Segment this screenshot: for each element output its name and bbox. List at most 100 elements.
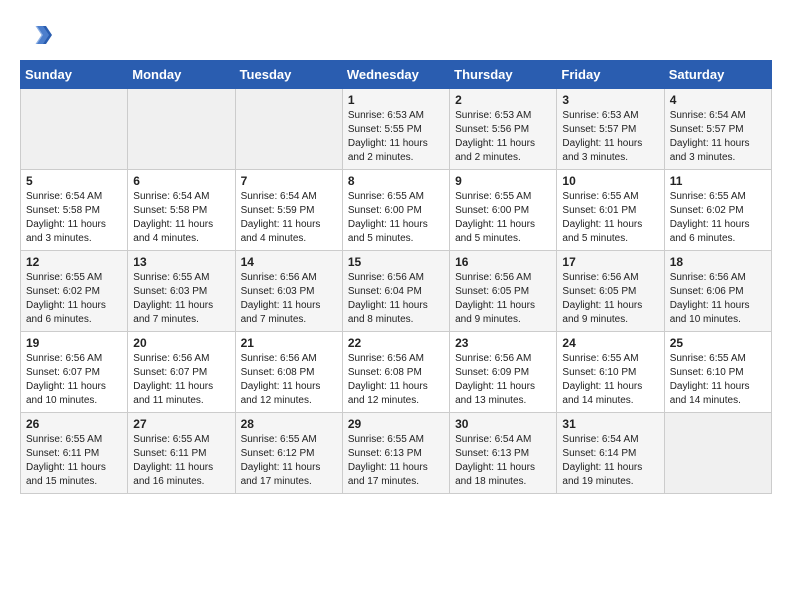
day-info: Sunrise: 6:54 AM Sunset: 6:14 PM Dayligh…	[562, 433, 658, 489]
day-info: Sunrise: 6:55 AM Sunset: 6:03 PM Dayligh…	[133, 271, 229, 327]
weekday-header: Friday	[557, 61, 664, 89]
day-number: 7	[241, 174, 337, 188]
day-info: Sunrise: 6:53 AM Sunset: 5:57 PM Dayligh…	[562, 109, 658, 165]
calendar-cell: 16 Sunrise: 6:56 AM Sunset: 6:05 PM Dayli…	[450, 251, 557, 332]
day-info: Sunrise: 6:56 AM Sunset: 6:07 PM Dayligh…	[26, 352, 122, 408]
day-info: Sunrise: 6:56 AM Sunset: 6:09 PM Dayligh…	[455, 352, 551, 408]
calendar-cell: 2 Sunrise: 6:53 AM Sunset: 5:56 PM Daylig…	[450, 89, 557, 170]
weekday-header: Wednesday	[342, 61, 449, 89]
weekday-header: Saturday	[664, 61, 771, 89]
day-number: 19	[26, 336, 122, 350]
day-number: 25	[670, 336, 766, 350]
calendar-cell: 1Sunrise: 6:53 AM Sunset: 5:55 PM Daylig…	[342, 89, 449, 170]
day-number: 2	[455, 93, 551, 107]
day-info: Sunrise: 6:55 AM Sunset: 6:10 PM Dayligh…	[670, 352, 766, 408]
calendar-cell: 13 Sunrise: 6:55 AM Sunset: 6:03 PM Dayli…	[128, 251, 235, 332]
logo	[20, 20, 52, 50]
day-info: Sunrise: 6:56 AM Sunset: 6:03 PM Dayligh…	[241, 271, 337, 327]
day-number: 31	[562, 417, 658, 431]
weekday-header: Monday	[128, 61, 235, 89]
calendar-cell: 30 Sunrise: 6:54 AM Sunset: 6:13 PM Dayli…	[450, 413, 557, 494]
day-number: 27	[133, 417, 229, 431]
calendar-cell: 20 Sunrise: 6:56 AM Sunset: 6:07 PM Dayli…	[128, 332, 235, 413]
day-number: 29	[348, 417, 444, 431]
day-number: 28	[241, 417, 337, 431]
calendar-week-row: 26Sunrise: 6:55 AM Sunset: 6:11 PM Dayli…	[21, 413, 772, 494]
day-info: Sunrise: 6:55 AM Sunset: 6:01 PM Dayligh…	[562, 190, 658, 246]
day-number: 3	[562, 93, 658, 107]
calendar-cell	[128, 89, 235, 170]
calendar-week-row: 19 Sunrise: 6:56 AM Sunset: 6:07 PM Dayli…	[21, 332, 772, 413]
weekday-header: Thursday	[450, 61, 557, 89]
day-info: Sunrise: 6:54 AM Sunset: 5:58 PM Dayligh…	[133, 190, 229, 246]
weekday-header: Sunday	[21, 61, 128, 89]
day-info: Sunrise: 6:55 AM Sunset: 6:11 PM Dayligh…	[26, 433, 122, 489]
calendar-cell: 3 Sunrise: 6:53 AM Sunset: 5:57 PM Daylig…	[557, 89, 664, 170]
calendar-cell: 29 Sunrise: 6:55 AM Sunset: 6:13 PM Dayli…	[342, 413, 449, 494]
day-number: 8	[348, 174, 444, 188]
calendar-week-row: 12 Sunrise: 6:55 AM Sunset: 6:02 PM Dayli…	[21, 251, 772, 332]
day-number: 18	[670, 255, 766, 269]
page-header	[20, 20, 772, 50]
day-info: Sunrise: 6:55 AM Sunset: 6:12 PM Dayligh…	[241, 433, 337, 489]
day-info: Sunrise: 6:56 AM Sunset: 6:07 PM Dayligh…	[133, 352, 229, 408]
day-info: Sunrise: 6:53 AM Sunset: 5:56 PM Dayligh…	[455, 109, 551, 165]
calendar-cell: 21 Sunrise: 6:56 AM Sunset: 6:08 PM Dayli…	[235, 332, 342, 413]
calendar-cell: 31 Sunrise: 6:54 AM Sunset: 6:14 PM Dayli…	[557, 413, 664, 494]
day-number: 15	[348, 255, 444, 269]
calendar-cell: 7 Sunrise: 6:54 AM Sunset: 5:59 PM Daylig…	[235, 170, 342, 251]
day-info: Sunrise: 6:54 AM Sunset: 6:13 PM Dayligh…	[455, 433, 551, 489]
day-number: 6	[133, 174, 229, 188]
day-number: 10	[562, 174, 658, 188]
calendar-cell: 25 Sunrise: 6:55 AM Sunset: 6:10 PM Dayli…	[664, 332, 771, 413]
calendar-cell	[235, 89, 342, 170]
day-number: 23	[455, 336, 551, 350]
calendar-cell: 12 Sunrise: 6:55 AM Sunset: 6:02 PM Dayli…	[21, 251, 128, 332]
calendar-cell: 18 Sunrise: 6:56 AM Sunset: 6:06 PM Dayli…	[664, 251, 771, 332]
day-info: Sunrise: 6:56 AM Sunset: 6:05 PM Dayligh…	[455, 271, 551, 327]
calendar-cell: 15 Sunrise: 6:56 AM Sunset: 6:04 PM Dayli…	[342, 251, 449, 332]
calendar-cell: 4 Sunrise: 6:54 AM Sunset: 5:57 PM Daylig…	[664, 89, 771, 170]
calendar-week-row: 5 Sunrise: 6:54 AM Sunset: 5:58 PM Daylig…	[21, 170, 772, 251]
day-info: Sunrise: 6:56 AM Sunset: 6:04 PM Dayligh…	[348, 271, 444, 327]
day-number: 17	[562, 255, 658, 269]
logo-icon	[22, 20, 52, 50]
calendar-cell	[664, 413, 771, 494]
day-info: Sunrise: 6:56 AM Sunset: 6:05 PM Dayligh…	[562, 271, 658, 327]
day-number: 14	[241, 255, 337, 269]
calendar-cell: 8Sunrise: 6:55 AM Sunset: 6:00 PM Daylig…	[342, 170, 449, 251]
calendar-cell	[21, 89, 128, 170]
day-info: Sunrise: 6:53 AM Sunset: 5:55 PM Dayligh…	[348, 109, 444, 165]
day-number: 12	[26, 255, 122, 269]
day-number: 13	[133, 255, 229, 269]
day-info: Sunrise: 6:55 AM Sunset: 6:13 PM Dayligh…	[348, 433, 444, 489]
day-info: Sunrise: 6:55 AM Sunset: 6:02 PM Dayligh…	[26, 271, 122, 327]
calendar-cell: 19 Sunrise: 6:56 AM Sunset: 6:07 PM Dayli…	[21, 332, 128, 413]
day-number: 30	[455, 417, 551, 431]
calendar-cell: 22Sunrise: 6:56 AM Sunset: 6:08 PM Dayli…	[342, 332, 449, 413]
day-info: Sunrise: 6:55 AM Sunset: 6:02 PM Dayligh…	[670, 190, 766, 246]
day-number: 16	[455, 255, 551, 269]
calendar-cell: 10 Sunrise: 6:55 AM Sunset: 6:01 PM Dayli…	[557, 170, 664, 251]
calendar-cell: 14 Sunrise: 6:56 AM Sunset: 6:03 PM Dayli…	[235, 251, 342, 332]
day-info: Sunrise: 6:55 AM Sunset: 6:00 PM Dayligh…	[455, 190, 551, 246]
day-info: Sunrise: 6:54 AM Sunset: 5:57 PM Dayligh…	[670, 109, 766, 165]
weekday-header: Tuesday	[235, 61, 342, 89]
day-number: 21	[241, 336, 337, 350]
calendar-header-row: SundayMondayTuesdayWednesdayThursdayFrid…	[21, 61, 772, 89]
day-number: 20	[133, 336, 229, 350]
calendar-cell: 11Sunrise: 6:55 AM Sunset: 6:02 PM Dayli…	[664, 170, 771, 251]
day-number: 9	[455, 174, 551, 188]
calendar-cell: 9 Sunrise: 6:55 AM Sunset: 6:00 PM Daylig…	[450, 170, 557, 251]
day-info: Sunrise: 6:54 AM Sunset: 5:59 PM Dayligh…	[241, 190, 337, 246]
calendar-cell: 26Sunrise: 6:55 AM Sunset: 6:11 PM Dayli…	[21, 413, 128, 494]
day-number: 4	[670, 93, 766, 107]
calendar-table: SundayMondayTuesdayWednesdayThursdayFrid…	[20, 60, 772, 494]
day-info: Sunrise: 6:55 AM Sunset: 6:11 PM Dayligh…	[133, 433, 229, 489]
day-number: 5	[26, 174, 122, 188]
day-number: 22	[348, 336, 444, 350]
calendar-cell: 28 Sunrise: 6:55 AM Sunset: 6:12 PM Dayli…	[235, 413, 342, 494]
day-info: Sunrise: 6:56 AM Sunset: 6:08 PM Dayligh…	[241, 352, 337, 408]
day-info: Sunrise: 6:56 AM Sunset: 6:06 PM Dayligh…	[670, 271, 766, 327]
day-info: Sunrise: 6:54 AM Sunset: 5:58 PM Dayligh…	[26, 190, 122, 246]
